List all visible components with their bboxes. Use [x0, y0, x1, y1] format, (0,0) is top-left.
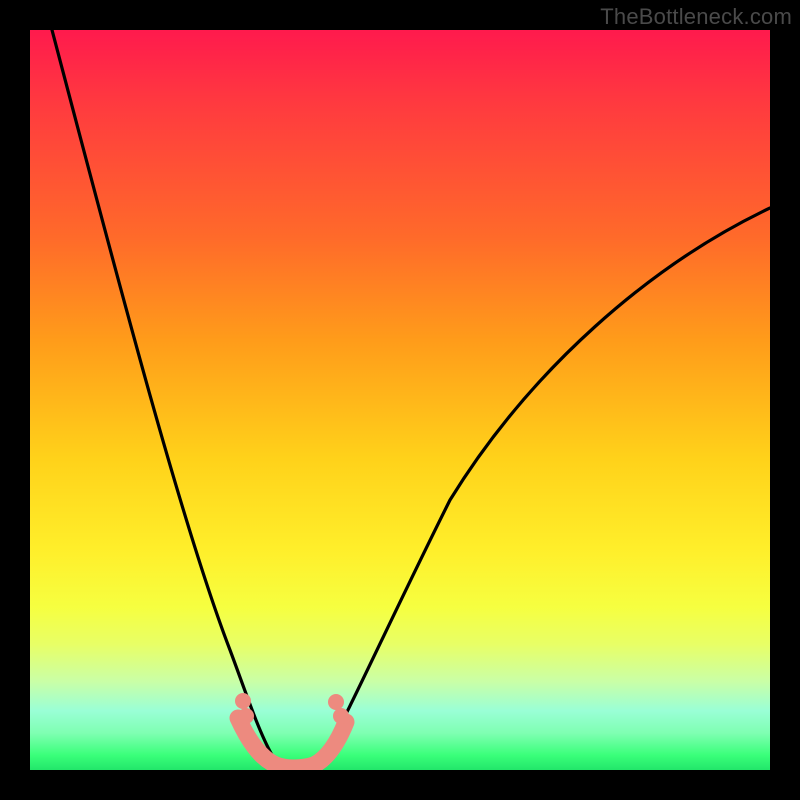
attribution-text: TheBottleneck.com	[600, 4, 792, 30]
marker-dot	[238, 708, 254, 724]
marker-band-path	[238, 718, 346, 768]
bottleneck-curve	[30, 30, 770, 770]
marker-dot	[333, 708, 349, 724]
curve-path	[52, 30, 770, 769]
marker-dot	[235, 693, 251, 709]
marker-dot	[328, 694, 344, 710]
plot-frame	[30, 30, 770, 770]
